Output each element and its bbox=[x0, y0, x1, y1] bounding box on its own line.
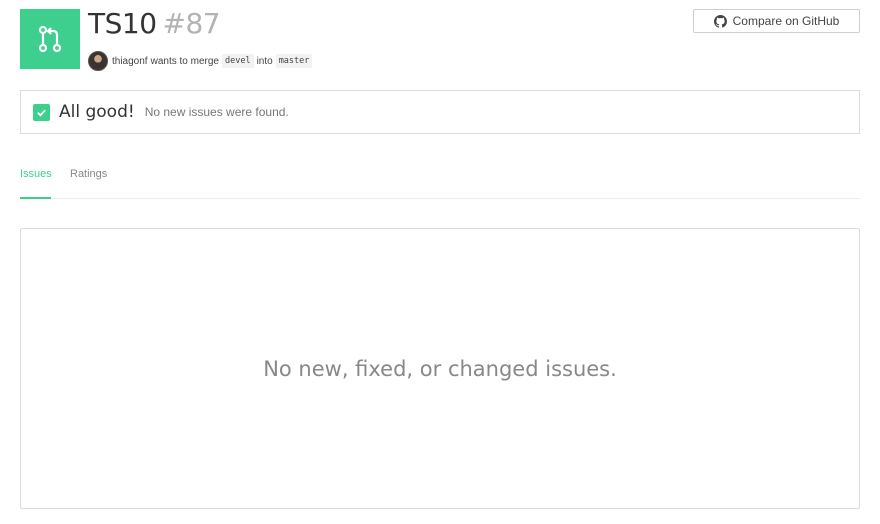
github-icon bbox=[713, 14, 727, 28]
issues-panel: No new, fixed, or changed issues. bbox=[20, 228, 860, 509]
avatar[interactable] bbox=[88, 51, 108, 71]
pull-request-icon-box bbox=[20, 9, 80, 69]
repo-name: TS10 bbox=[88, 7, 157, 40]
status-title: All good! bbox=[59, 102, 135, 122]
status-banner: All good! No new issues were found. bbox=[20, 90, 860, 134]
source-branch: devel bbox=[221, 54, 254, 68]
into-text: into bbox=[256, 55, 273, 67]
empty-state-message: No new, fixed, or changed issues. bbox=[263, 356, 617, 381]
target-branch: master bbox=[275, 54, 313, 68]
merge-description: thiagonf wants to merge devel into maste… bbox=[88, 50, 313, 72]
compare-on-github-label: Compare on GitHub bbox=[732, 14, 840, 28]
page-title: TS10 #87 bbox=[88, 6, 221, 42]
compare-on-github-button[interactable]: Compare on GitHub bbox=[693, 9, 860, 33]
merge-text: wants to merge bbox=[150, 55, 219, 67]
check-icon bbox=[33, 103, 50, 121]
tab-issues[interactable]: Issues bbox=[20, 168, 52, 199]
pr-number: #87 bbox=[162, 7, 221, 40]
status-message: No new issues were found. bbox=[144, 105, 289, 119]
pull-request-icon bbox=[38, 25, 62, 53]
tab-bar: Issues Ratings bbox=[20, 160, 860, 199]
author-name[interactable]: thiagonf bbox=[112, 56, 148, 67]
tab-ratings[interactable]: Ratings bbox=[70, 168, 107, 199]
